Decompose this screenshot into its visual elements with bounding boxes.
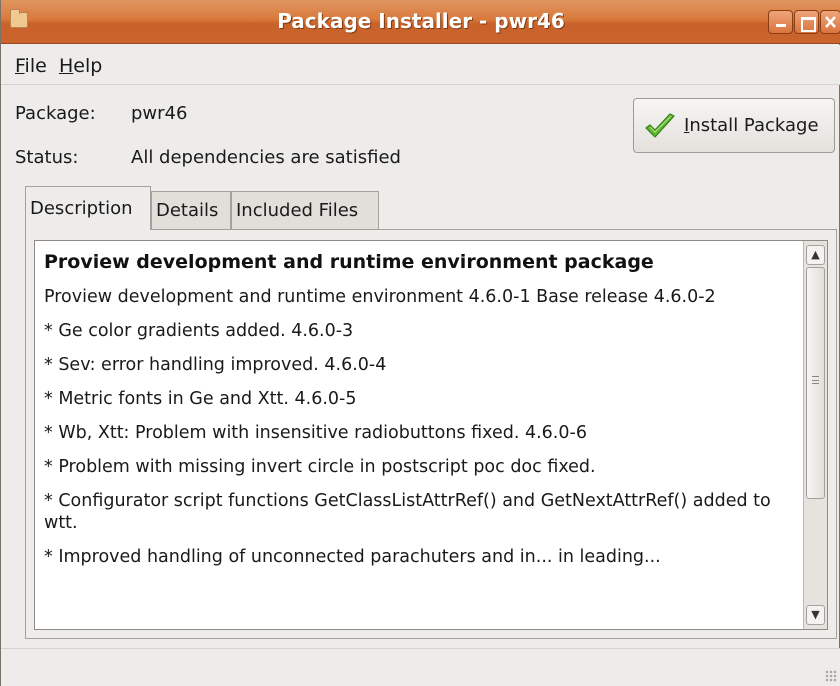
green-check-icon (645, 113, 675, 138)
title-bar[interactable]: Package Installer - pwr46 (1, 0, 840, 44)
menu-help-accel: H (59, 55, 74, 77)
package-installer-window: Package Installer - pwr46 File Help Pack… (0, 0, 840, 686)
minimize-button[interactable] (768, 10, 793, 34)
description-paragraph: * Ge color gradients added. 4.6.0-3 (44, 321, 354, 341)
grip-icon (812, 376, 819, 384)
window-title: Package Installer - pwr46 (277, 9, 565, 33)
tab-panel-description: Proview development and runtime environm… (25, 229, 837, 639)
scrollbar-thumb[interactable] (806, 267, 825, 499)
package-value: pwr46 (131, 103, 188, 124)
tab-included-files[interactable]: Included Files (231, 191, 379, 229)
description-paragraph: * Metric fonts in Ge and Xtt. 4.6.0-5 (44, 389, 357, 409)
description-paragraph: * Problem with missing invert circle in … (44, 457, 596, 477)
maximize-button[interactable] (794, 10, 819, 34)
chevron-up-icon: ▲ (811, 248, 820, 261)
description-paragraph: * Sev: error handling improved. 4.6.0-4 (44, 355, 387, 375)
description-paragraph: * Configurator script functions GetClass… (44, 491, 771, 533)
menu-file-accel: F (15, 55, 25, 77)
vertical-scrollbar[interactable]: ▲ ▼ (803, 241, 827, 629)
chevron-down-icon: ▼ (811, 608, 820, 621)
tab-details[interactable]: Details (151, 191, 231, 229)
description-paragraph: * Wb, Xtt: Problem with insensitive radi… (44, 423, 587, 443)
status-label: Status: (15, 147, 79, 168)
menu-bar: File Help (1, 45, 840, 85)
package-label: Package: (15, 103, 96, 124)
scroll-down-button[interactable]: ▼ (806, 605, 825, 625)
install-label-rest: nstall Package (689, 115, 819, 136)
scroll-up-button[interactable]: ▲ (806, 245, 825, 265)
close-button[interactable] (820, 10, 840, 34)
install-package-label: Install Package (684, 115, 819, 136)
install-package-button[interactable]: Install Package (633, 98, 835, 153)
status-value: All dependencies are satisfied (131, 147, 401, 168)
tab-description[interactable]: Description (25, 186, 151, 230)
menu-help[interactable]: Help (59, 55, 102, 77)
description-paragraph: Proview development and runtime environm… (44, 287, 716, 307)
description-text-view[interactable]: Proview development and runtime environm… (34, 240, 828, 630)
description-content: Proview development and runtime environm… (44, 251, 804, 580)
menu-file[interactable]: File (15, 55, 47, 77)
status-bar (1, 648, 840, 686)
description-heading: Proview development and runtime environm… (44, 251, 654, 273)
menu-file-label: ile (24, 55, 47, 77)
description-paragraph: * Improved handling of unconnected parac… (44, 547, 661, 567)
resize-grip-icon[interactable] (825, 670, 837, 682)
close-icon (825, 16, 836, 28)
menu-help-label: elp (73, 55, 103, 77)
